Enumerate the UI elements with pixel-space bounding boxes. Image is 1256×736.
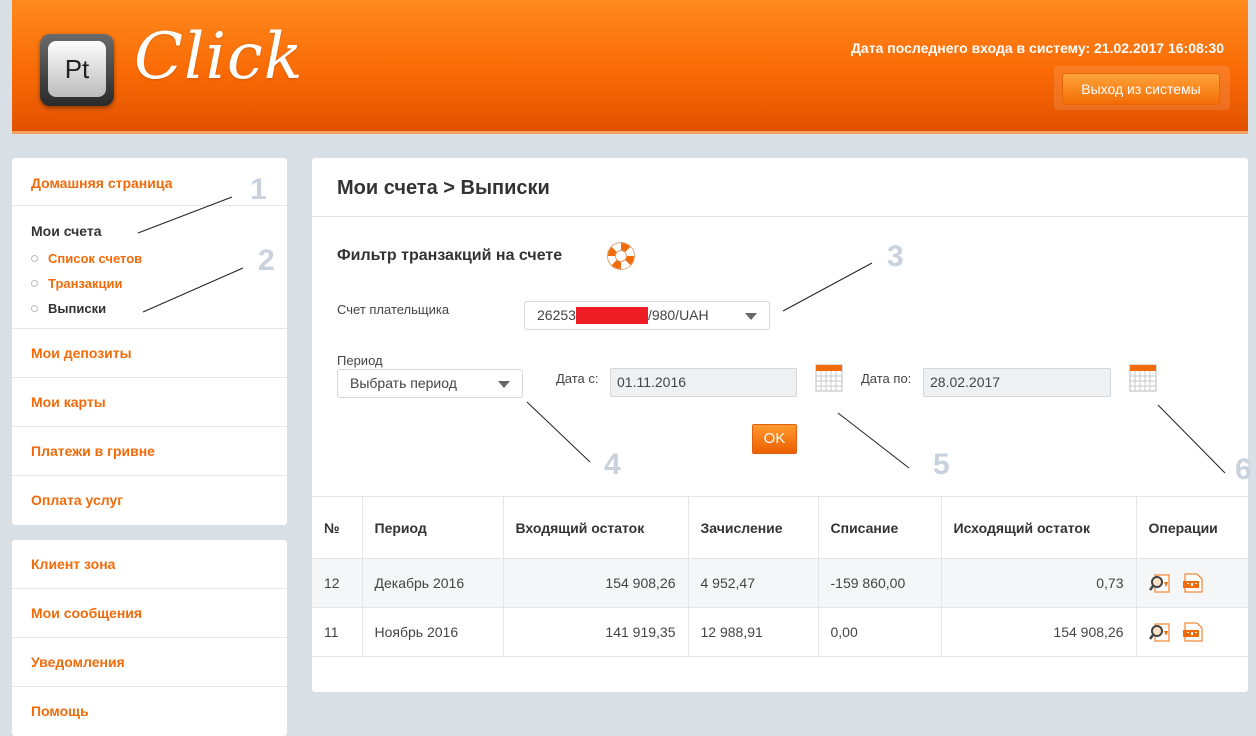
sidebar-item-services-payment[interactable]: Оплата услуг: [12, 476, 287, 525]
view-statement-icon[interactable]: [1148, 622, 1171, 642]
payer-account-select[interactable]: 26253/980/UAH: [524, 301, 770, 330]
ok-button[interactable]: OK: [752, 424, 797, 454]
statements-table: № Период Входящий остаток Зачисление Спи…: [312, 496, 1248, 657]
cell-opening-balance: 141 919,35: [503, 607, 689, 657]
sidebar-item-home[interactable]: Домашняя страница: [12, 158, 287, 206]
sidebar-section-accounts: Мои счета Список счетов Транзакции Выпис…: [12, 206, 287, 329]
payer-account-label: Счет плательщика: [337, 302, 450, 317]
sidebar-secondary: Клиент зона Мои сообщения Уведомления По…: [12, 540, 287, 736]
cell-period: Ноябрь 2016: [362, 607, 504, 657]
divider: [312, 216, 1248, 217]
sidebar-item-uah-payments[interactable]: Платежи в гривне: [12, 427, 287, 476]
view-statement-icon[interactable]: [1148, 573, 1171, 593]
sidebar-item-help[interactable]: Помощь: [12, 687, 287, 736]
cell-closing-balance: 154 908,26: [941, 607, 1137, 657]
date-to-label: Дата по:: [861, 371, 912, 386]
redaction-bar: [575, 306, 648, 324]
bullet-icon: [31, 305, 38, 313]
filter-title: Фильтр транзакций на счете: [337, 247, 563, 264]
bullet-icon: [31, 280, 38, 288]
sidebar-item-notifications[interactable]: Уведомления: [12, 638, 287, 687]
col-header-operations: Операции: [1136, 496, 1248, 559]
cell-debit: 0,00: [818, 607, 942, 657]
cell-number: 12: [312, 558, 363, 608]
dropdown-arrow-icon: [498, 381, 510, 388]
sidebar-item-cards[interactable]: Мои карты: [12, 378, 287, 427]
sidebar-item-my-accounts[interactable]: Мои счета: [31, 223, 102, 239]
col-header-closing-balance: Исходящий остаток: [941, 496, 1137, 559]
cell-operations: [1136, 558, 1248, 608]
cell-debit: -159 860,00: [818, 558, 942, 608]
logo-badge: Pt: [40, 34, 114, 106]
logout-button[interactable]: Выход из системы: [1062, 73, 1220, 105]
bullet-icon: [31, 255, 38, 263]
sidebar-subitem-account-list[interactable]: Список счетов: [31, 251, 142, 266]
table-row: 12 Декабрь 2016 154 908,26 4 952,47 -159…: [312, 558, 1248, 608]
pdf-icon[interactable]: [1182, 573, 1204, 593]
col-header-credit: Зачисление: [688, 496, 819, 559]
main-panel: Мои счета > Выписки Фильтр транзакций на…: [312, 158, 1248, 692]
date-from-input[interactable]: 01.11.2016: [610, 368, 797, 397]
cell-credit: 12 988,91: [688, 607, 819, 657]
logout-button-frame: Выход из системы: [1054, 66, 1230, 110]
cell-closing-balance: 0,73: [941, 558, 1137, 608]
sidebar-item-messages[interactable]: Мои сообщения: [12, 589, 287, 638]
sidebar-item-client-zone[interactable]: Клиент зона: [12, 540, 287, 589]
sidebar-subitem-statements[interactable]: Выписки: [31, 301, 106, 316]
cell-credit: 4 952,47: [688, 558, 819, 608]
cell-operations: [1136, 607, 1248, 657]
sidebar-main: Домашняя страница Мои счета Список счето…: [12, 158, 287, 525]
page-title: Мои счета > Выписки: [337, 177, 550, 199]
table-row: 11 Ноябрь 2016 141 919,35 12 988,91 0,00…: [312, 607, 1248, 657]
col-header-period: Период: [362, 496, 504, 559]
calendar-from-icon[interactable]: [815, 364, 843, 392]
dropdown-arrow-icon: [745, 313, 757, 320]
period-select[interactable]: Выбрать период: [337, 369, 523, 398]
app-header: Pt Click Дата последнего входа в систему…: [12, 0, 1248, 134]
period-label: Период: [337, 353, 383, 368]
calendar-to-icon[interactable]: [1129, 364, 1157, 392]
logo-text: Click: [134, 20, 304, 94]
date-from-label: Дата с:: [556, 371, 599, 386]
logo-badge-text: Pt: [48, 41, 106, 97]
cell-number: 11: [312, 607, 363, 657]
date-to-input[interactable]: 28.02.2017: [923, 368, 1111, 397]
sidebar-item-deposits[interactable]: Мои депозиты: [12, 329, 287, 378]
col-header-debit: Списание: [818, 496, 942, 559]
lifebuoy-help-icon[interactable]: [608, 243, 634, 269]
cell-period: Декабрь 2016: [362, 558, 504, 608]
cell-opening-balance: 154 908,26: [503, 558, 689, 608]
col-header-number: №: [312, 496, 363, 559]
col-header-opening-balance: Входящий остаток: [503, 496, 689, 559]
sidebar-subitem-transactions[interactable]: Транзакции: [31, 276, 122, 291]
last-login-info: Дата последнего входа в систему: 21.02.2…: [850, 40, 1224, 56]
pdf-icon[interactable]: [1182, 622, 1204, 642]
table-header-row: № Период Входящий остаток Зачисление Спи…: [312, 496, 1248, 559]
